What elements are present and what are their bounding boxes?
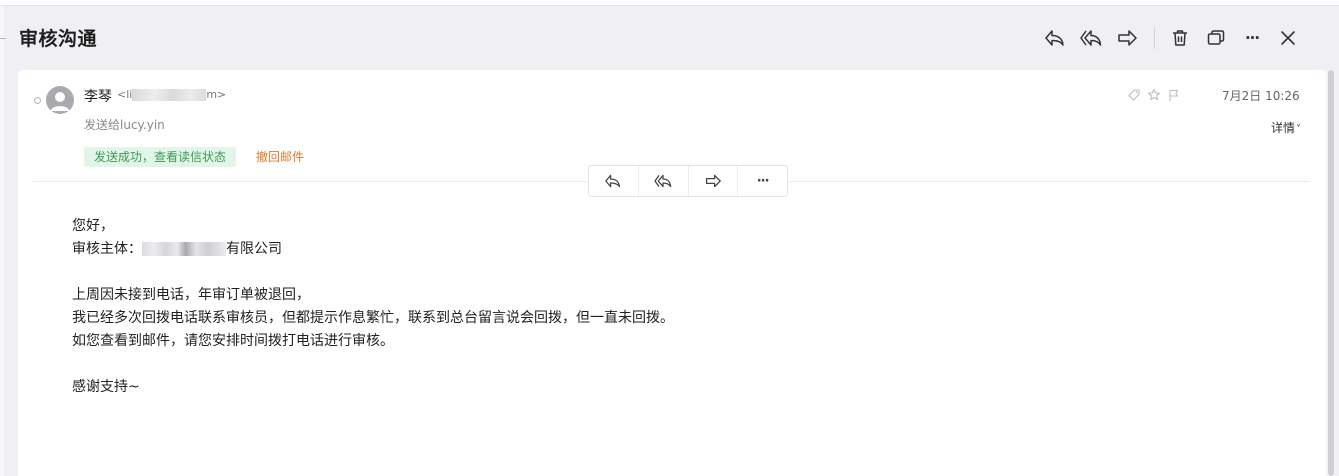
sender-email[interactable]: <li m> xyxy=(117,88,226,101)
mail-body: 您好， 审核主体： 有限公司 上周因未接到电话，年审订单被退回， 我已经多次回拨电… xyxy=(72,215,674,399)
more-icon: ··· xyxy=(756,173,770,189)
body-greeting: 您好， xyxy=(72,218,114,234)
message-flags xyxy=(1127,88,1181,102)
left-panel-edge xyxy=(0,6,4,476)
more-button[interactable]: ··· xyxy=(1240,26,1264,50)
tag-icon[interactable] xyxy=(1127,88,1141,102)
float-more-button[interactable]: ··· xyxy=(738,166,787,196)
body-closing: 感谢支持~ xyxy=(72,379,140,395)
floating-action-bar: ··· xyxy=(588,165,788,197)
flag-icon[interactable] xyxy=(1167,88,1181,102)
toolbar-divider xyxy=(1154,27,1155,49)
sent-date: 7月2日 10:26 xyxy=(1222,89,1300,103)
reply-icon xyxy=(1045,30,1064,46)
star-icon[interactable] xyxy=(1147,88,1161,102)
reply-all-icon xyxy=(1080,30,1102,46)
forward-button[interactable] xyxy=(1115,26,1139,50)
mail-subject-title: 审核沟通 xyxy=(19,28,98,50)
more-icon: ··· xyxy=(1244,29,1260,47)
open-window-icon xyxy=(1207,30,1225,45)
reply-button[interactable] xyxy=(1043,26,1067,50)
close-icon xyxy=(1281,31,1295,45)
delete-button[interactable] xyxy=(1168,26,1192,50)
float-reply-all-button[interactable] xyxy=(639,166,689,196)
float-reply-button[interactable] xyxy=(589,166,639,196)
user-icon xyxy=(50,92,70,111)
delete-icon xyxy=(1173,30,1187,46)
details-toggle[interactable]: 详情˅ xyxy=(1271,119,1301,136)
recipient-line[interactable]: 发送给lucy.yin xyxy=(84,116,165,133)
body-line-3: 如您查看到邮件，请您安排时间拨打电话进行审核。 xyxy=(72,333,394,349)
subject-label: 审核主体： xyxy=(72,241,142,257)
body-blank-line xyxy=(72,261,674,284)
float-forward-button[interactable] xyxy=(689,166,739,196)
subject-company-suffix: 有限公司 xyxy=(226,241,282,257)
avatar[interactable] xyxy=(46,86,74,114)
left-panel-marker xyxy=(0,38,6,39)
forward-icon xyxy=(1118,30,1137,46)
redacted-company xyxy=(142,242,226,256)
sender-email-suffix: m> xyxy=(206,88,227,101)
reply-icon xyxy=(605,174,621,188)
open-window-button[interactable] xyxy=(1204,26,1228,50)
reply-all-icon xyxy=(654,174,672,188)
forward-icon xyxy=(705,174,721,188)
redacted-email xyxy=(132,89,207,101)
send-status-badge[interactable]: 发送成功，查看读信状态 xyxy=(84,147,237,167)
body-subject-line: 审核主体： 有限公司 xyxy=(72,238,674,261)
body-line-1: 上周因未接到电话，年审订单被退回， xyxy=(72,287,310,303)
sender-name[interactable]: 李琴 xyxy=(84,86,112,106)
chevron-down-icon: ˅ xyxy=(1296,124,1302,135)
body-line-2: 我已经多次回拨电话联系审核员，但都提示作息繁忙，联系到总台留言说会回拨，但一直未… xyxy=(72,310,674,326)
details-label: 详情 xyxy=(1271,121,1296,135)
scrollbar-thumb[interactable] xyxy=(1328,70,1334,476)
sender-email-prefix: <li xyxy=(117,88,133,101)
reply-all-button[interactable] xyxy=(1079,26,1103,50)
recall-link[interactable]: 撤回邮件 xyxy=(256,148,304,165)
window-top-edge xyxy=(0,0,1339,6)
select-radio[interactable] xyxy=(34,97,41,104)
close-button[interactable] xyxy=(1276,26,1300,50)
body-blank-line xyxy=(72,353,674,376)
